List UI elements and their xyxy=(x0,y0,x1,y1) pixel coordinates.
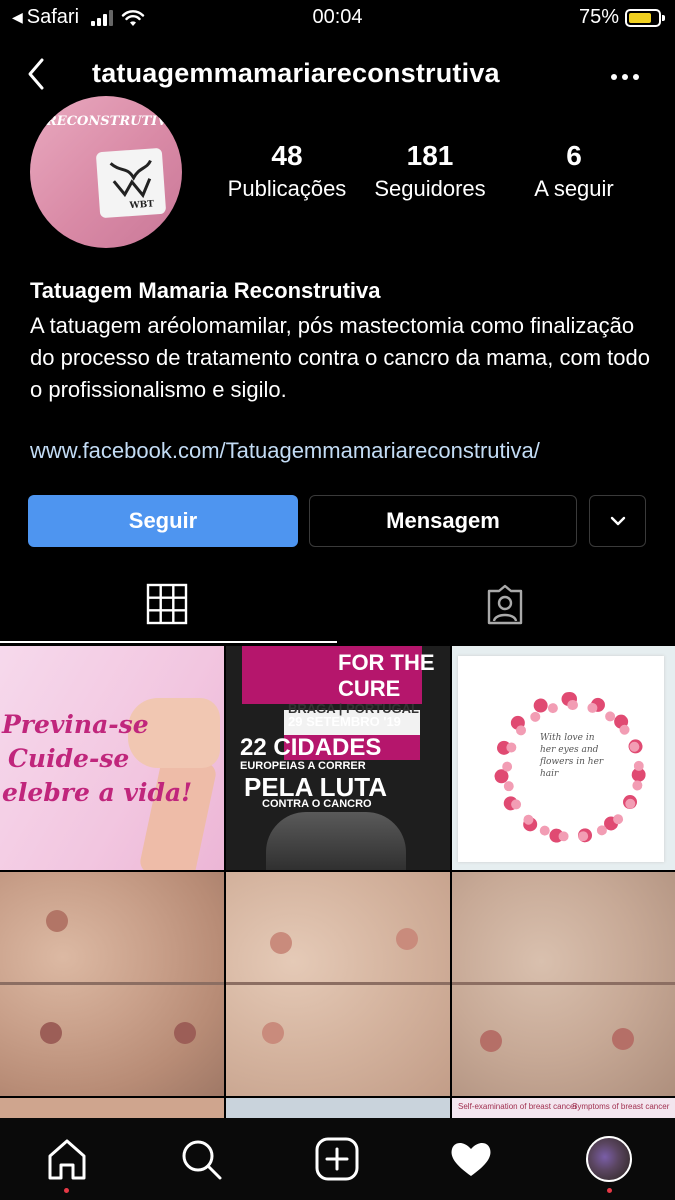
search-icon[interactable] xyxy=(178,1136,224,1182)
post-text-line: CONTRA O CANCRO xyxy=(262,798,372,810)
notification-dot xyxy=(607,1188,612,1193)
photo-detail xyxy=(270,932,292,954)
before-after-divider xyxy=(0,982,224,985)
post-thumbnail[interactable] xyxy=(226,872,450,1096)
post-text-line: 29 SETEMBRO '19 xyxy=(288,714,401,729)
before-after-divider xyxy=(226,982,450,985)
grid-icon[interactable] xyxy=(146,583,188,625)
profile-avatar[interactable] xyxy=(586,1136,632,1182)
message-button[interactable]: Mensagem xyxy=(309,495,577,547)
photo-detail xyxy=(46,910,68,932)
post-text-line: elebre a vida! xyxy=(2,778,193,807)
stat-posts[interactable]: 48 Publicações xyxy=(222,140,352,202)
photo-detail xyxy=(174,1022,196,1044)
photo-detail xyxy=(262,1022,284,1044)
profile-link[interactable]: www.facebook.com/Tatuagemmamariareconstr… xyxy=(30,438,540,464)
stat-following[interactable]: 6 A seguir xyxy=(514,140,634,202)
post-thumbnail[interactable]: FOR THE CURE BRAGA | PORTUGAL 29 SETEMBR… xyxy=(226,646,450,870)
more-horizontal-icon[interactable] xyxy=(611,74,639,80)
profile-avatar[interactable]: RECONSTRUTIVA WBT xyxy=(30,96,182,248)
status-bar: ◀ Safari 00:04 75% xyxy=(0,0,675,40)
profile-display-name: Tatuagem Mamaria Reconstrutiva xyxy=(30,278,381,303)
profile-username: tatuagemmamariareconstrutiva xyxy=(92,58,500,88)
avatar-brand-text: RECONSTRUTIVA xyxy=(46,114,177,129)
post-text-line: Previna-se xyxy=(2,710,149,739)
clock: 00:04 xyxy=(312,6,363,28)
following-label: A seguir xyxy=(534,176,614,201)
activity-heart-icon[interactable] xyxy=(448,1136,494,1182)
before-after-divider xyxy=(452,982,675,985)
profile-bio: A tatuagem aréolomamilar, pós mastectomi… xyxy=(30,313,650,402)
svg-text:WBT: WBT xyxy=(128,199,154,211)
bottom-navigation xyxy=(0,1118,675,1200)
post-thumbnail[interactable]: With love in her eyes and flowers in her… xyxy=(452,646,675,870)
photo-detail xyxy=(396,928,418,950)
home-icon[interactable] xyxy=(44,1136,90,1182)
battery-status: 75% xyxy=(578,6,665,29)
post-thumbnail[interactable]: Previna-se Cuide-se elebre a vida! xyxy=(0,646,224,870)
running-shoe-image xyxy=(266,812,406,870)
post-text-line: Self-examination of breast cancer xyxy=(458,1102,578,1111)
post-text-line: EUROPEIAS A CORRER xyxy=(240,760,366,772)
chevron-left-icon[interactable] xyxy=(22,54,58,94)
followers-count: 181 xyxy=(406,140,454,171)
following-count: 6 xyxy=(566,140,582,171)
follow-button[interactable]: Seguir xyxy=(28,495,298,547)
chevron-down-icon xyxy=(610,516,625,526)
new-post-icon[interactable] xyxy=(314,1136,360,1182)
battery-percent: 75% xyxy=(578,6,619,28)
post-thumbnail[interactable] xyxy=(452,872,675,1096)
followers-label: Seguidores xyxy=(374,176,486,201)
avatar-logo: WBT xyxy=(95,147,167,219)
photo-detail xyxy=(40,1022,62,1044)
posts-count: 48 xyxy=(271,140,303,171)
post-text-line: Symptoms of breast cancer xyxy=(572,1102,670,1111)
photo-detail xyxy=(612,1028,634,1050)
post-text-line: FOR THE CURE xyxy=(338,650,435,701)
post-thumbnail[interactable] xyxy=(0,872,224,1096)
flower-wreath-card: With love in her eyes and flowers in her… xyxy=(458,656,664,862)
post-text-line: Cuide-se xyxy=(8,744,130,773)
tagged-person-icon[interactable] xyxy=(483,583,527,627)
post-caption-image: Previna-se Cuide-se elebre a vida! xyxy=(2,708,192,810)
suggested-accounts-button[interactable] xyxy=(589,495,646,547)
notification-dot xyxy=(64,1188,69,1193)
posts-label: Publicações xyxy=(227,176,347,201)
post-text-line: With love in her eyes and flowers in her… xyxy=(540,733,604,779)
photo-detail xyxy=(480,1030,502,1052)
stat-followers[interactable]: 181 Seguidores xyxy=(364,140,496,202)
battery-icon xyxy=(625,8,665,27)
post-text-line: 22 CIDADES xyxy=(240,734,382,761)
active-tab-indicator xyxy=(0,641,337,643)
